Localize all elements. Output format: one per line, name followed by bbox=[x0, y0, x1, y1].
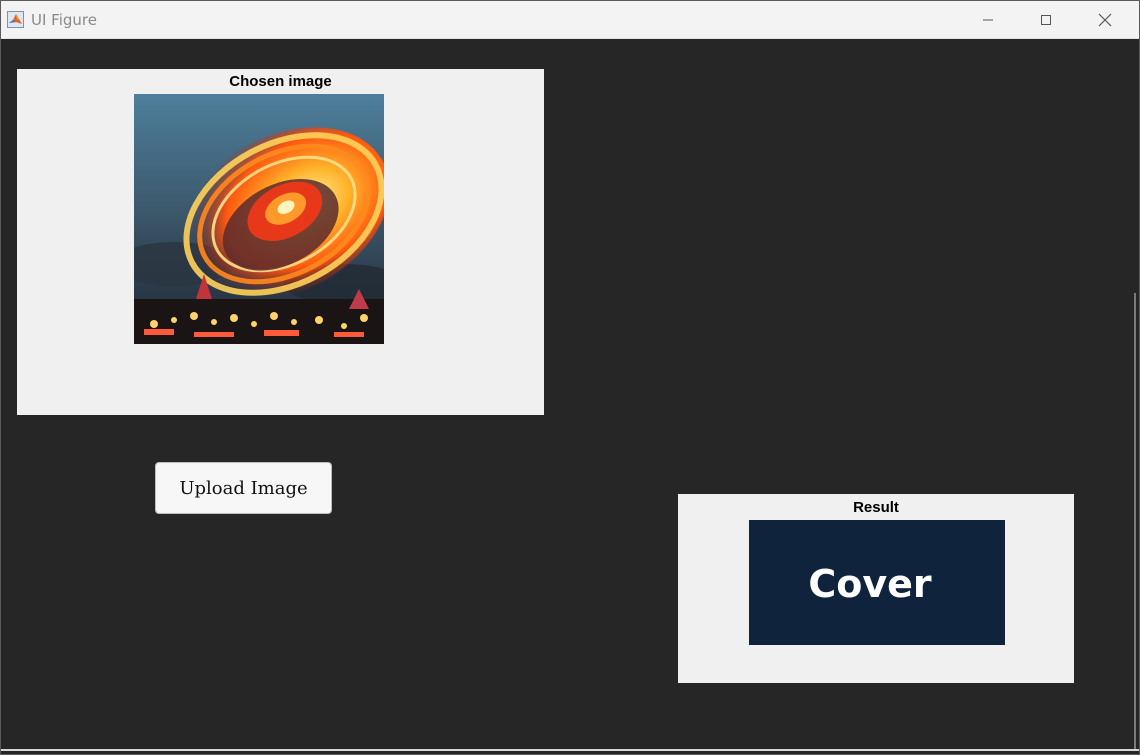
chosen-image-axes: Chosen image bbox=[17, 69, 544, 415]
matlab-icon bbox=[7, 11, 24, 28]
minimize-icon bbox=[983, 19, 993, 20]
title-bar[interactable]: UI Figure bbox=[1, 1, 1139, 39]
chosen-image bbox=[134, 94, 384, 344]
close-icon bbox=[1098, 13, 1112, 26]
result-image-text: Cover bbox=[808, 561, 932, 606]
close-button[interactable] bbox=[1076, 1, 1134, 38]
window-edge-right bbox=[1134, 293, 1136, 749]
ui-figure-window: UI Figure Chosen image Upload Image Resu… bbox=[0, 0, 1140, 755]
maximize-icon bbox=[1041, 14, 1051, 25]
window-title: UI Figure bbox=[31, 11, 97, 29]
result-title: Result bbox=[853, 499, 899, 516]
window-edge-bottom bbox=[1, 749, 1139, 751]
result-image: Cover bbox=[749, 520, 1005, 645]
maximize-button[interactable] bbox=[1017, 1, 1075, 38]
result-axes: Result Cover bbox=[678, 494, 1074, 683]
chosen-image-title: Chosen image bbox=[229, 73, 332, 90]
upload-image-button[interactable]: Upload Image bbox=[155, 462, 332, 514]
minimize-button[interactable] bbox=[959, 1, 1017, 38]
